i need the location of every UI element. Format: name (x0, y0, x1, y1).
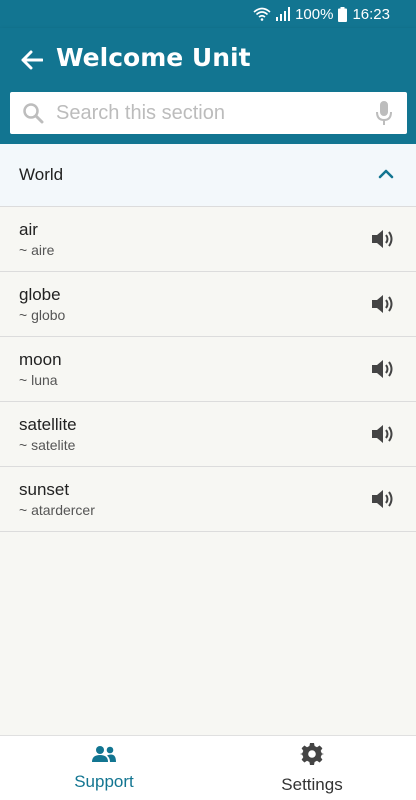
back-arrow-icon (21, 50, 43, 70)
word-text: sunset (19, 479, 70, 499)
people-icon (91, 745, 117, 768)
speaker-icon[interactable] (370, 356, 396, 382)
speaker-icon[interactable] (370, 421, 396, 447)
list-item[interactable]: satellite satelite (0, 402, 416, 467)
app-bar: Welcome Unit (0, 28, 416, 144)
gear-icon (300, 742, 324, 771)
list-item[interactable]: globe globo (0, 272, 416, 337)
search-input[interactable] (56, 92, 361, 134)
list-item[interactable]: air aire (0, 207, 416, 272)
bottom-navigation: Support Settings (0, 735, 416, 800)
back-button[interactable] (20, 48, 44, 72)
microphone-icon[interactable] (361, 101, 407, 125)
translation-text: atardercer (19, 501, 95, 519)
status-bar: 100% 16:23 (0, 0, 416, 28)
battery-icon (338, 6, 348, 22)
page-title: Welcome Unit (56, 43, 251, 72)
wifi-icon (253, 7, 271, 21)
tab-settings[interactable]: Settings (208, 736, 416, 800)
word-text: moon (19, 349, 62, 369)
signal-icon (276, 7, 291, 21)
tab-label: Support (74, 771, 134, 791)
clock: 16:23 (352, 5, 390, 23)
word-text: globe (19, 284, 61, 304)
word-text: satellite (19, 414, 77, 434)
section-header-world[interactable]: World (0, 144, 416, 207)
search-bar[interactable] (10, 92, 407, 134)
list-item[interactable]: moon luna (0, 337, 416, 402)
word-list: air aire globe globo moon luna satellite… (0, 207, 416, 532)
translation-text: luna (19, 371, 62, 389)
tab-label: Settings (281, 774, 343, 794)
chevron-up-icon[interactable] (378, 166, 394, 184)
speaker-icon[interactable] (370, 291, 396, 317)
speaker-icon[interactable] (370, 486, 396, 512)
list-item[interactable]: sunset atardercer (0, 467, 416, 532)
translation-text: globo (19, 306, 65, 324)
translation-text: aire (19, 241, 54, 259)
word-text: air (19, 219, 38, 239)
section-label: World (19, 165, 64, 184)
speaker-icon[interactable] (370, 226, 396, 252)
tab-support[interactable]: Support (0, 736, 208, 800)
search-icon (10, 102, 56, 124)
translation-text: satelite (19, 436, 77, 454)
battery-percent: 100% (295, 5, 334, 23)
